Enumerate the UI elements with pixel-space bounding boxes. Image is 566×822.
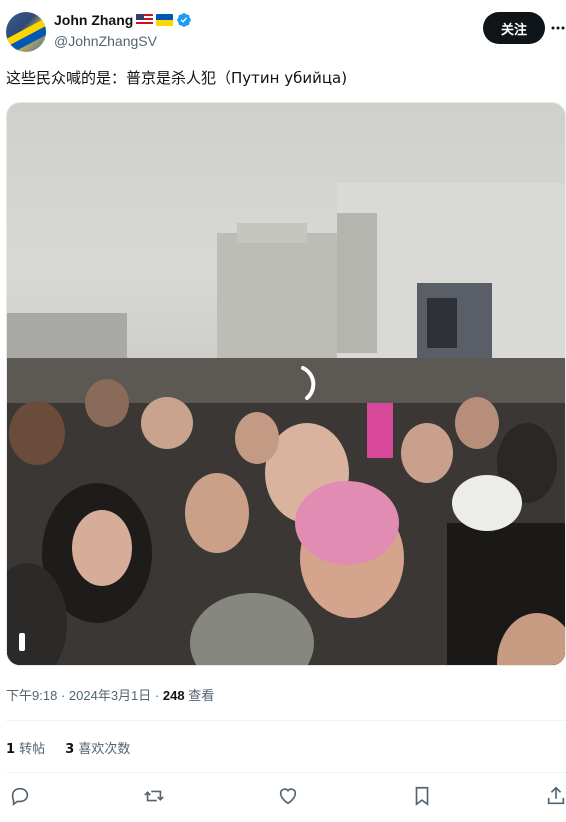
- video-frame: [7, 183, 565, 665]
- ukraine-flag-icon: [156, 14, 174, 26]
- tweet-text: 这些民众喊的是：普京是杀人犯（Путин убийца): [6, 69, 348, 87]
- bookmark-button[interactable]: [411, 785, 435, 809]
- more-options-icon[interactable]: [550, 20, 566, 36]
- author-handle[interactable]: @JohnZhangSV: [54, 33, 157, 49]
- like-icon: [279, 788, 297, 805]
- tweet-stats: 1 转帖 3 喜欢次数: [6, 738, 130, 757]
- retweet-button[interactable]: [143, 785, 167, 809]
- meta-separator: ·: [60, 688, 66, 703]
- share-button[interactable]: [545, 785, 566, 809]
- retweet-icon: [144, 790, 164, 802]
- video-player[interactable]: [6, 102, 566, 666]
- retweets-label: 转帖: [15, 742, 46, 757]
- reply-icon: [11, 787, 29, 806]
- author-name-row: John Zhang: [54, 12, 192, 28]
- like-button[interactable]: [277, 785, 301, 809]
- retweets-count: 1: [6, 742, 16, 757]
- retweets-stat[interactable]: 1 转帖: [6, 738, 45, 757]
- tweet-meta: 下午9:18 · 2024年3月1日 · 248 查看: [6, 685, 214, 704]
- video-control-icon[interactable]: [19, 633, 25, 651]
- bookmark-icon: [415, 786, 429, 806]
- divider: [6, 720, 566, 721]
- likes-stat[interactable]: 3 喜欢次数: [65, 738, 130, 757]
- tweet-header: John Zhang @JohnZhangSV 关注: [6, 10, 566, 56]
- follow-button[interactable]: 关注: [483, 12, 545, 44]
- crowd-person: [9, 401, 65, 465]
- likes-label: 喜欢次数: [74, 742, 131, 757]
- views-count: 248: [162, 688, 185, 703]
- tweet-date[interactable]: 2024年3月1日: [69, 688, 151, 703]
- tweet-actions: [0, 785, 566, 813]
- likes-count: 3: [65, 742, 75, 757]
- share-icon: [547, 786, 565, 805]
- divider: [6, 772, 566, 773]
- views-label: 查看: [184, 688, 215, 703]
- tweet-time[interactable]: 下午9:18: [6, 688, 57, 703]
- building-left: [217, 233, 337, 373]
- meta-separator: ·: [154, 688, 160, 703]
- us-flag-icon: [136, 14, 154, 26]
- avatar[interactable]: [6, 12, 46, 52]
- reply-button[interactable]: [9, 785, 33, 809]
- author-display-name[interactable]: John Zhang: [54, 12, 133, 28]
- verified-badge-icon: [177, 13, 192, 27]
